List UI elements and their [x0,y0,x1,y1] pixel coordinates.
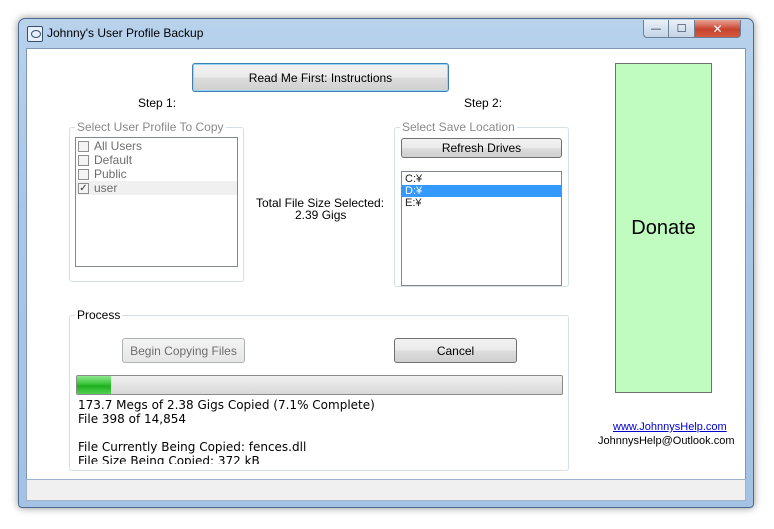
step2-label: Step 2: [464,96,503,110]
checkbox[interactable] [78,154,89,166]
drive-item[interactable]: D:¥ [402,185,561,197]
maximize-button[interactable]: ☐ [669,20,695,38]
profile-list[interactable]: All Users Default Public ✓ user [75,137,238,267]
profile-group: Select User Profile To Copy All Users Def… [69,120,244,282]
minimize-button[interactable]: — [643,20,669,38]
website-link[interactable]: www.JohnnysHelp.com [613,421,727,433]
checkbox[interactable] [78,140,89,152]
profile-item-label: Default [94,153,133,167]
close-button[interactable]: ✕ [695,20,741,38]
checkbox[interactable] [78,168,89,180]
profile-item[interactable]: All Users [76,139,237,153]
process-caption: Process [75,308,123,322]
profile-item[interactable]: Public [76,167,237,181]
client-area: Read Me First: Instructions Step 1: Step… [26,48,746,480]
step1-label: Step 1: [138,96,177,110]
refresh-drives-button[interactable]: Refresh Drives [401,138,562,158]
save-location-group: Select Save Location Refresh Drives C:¥ D… [394,120,569,287]
donate-button[interactable]: Donate [615,63,712,393]
drive-list[interactable]: C:¥ D:¥ E:¥ [401,171,562,286]
profile-item-label: Public [94,167,127,181]
profile-item[interactable]: ✓ user [76,181,237,195]
app-window: Johnny's User Profile Backup — ☐ ✕ Read … [18,18,754,508]
copied-status: 173.7 Megs of 2.38 Gigs Copied (7.1% Com… [78,398,375,412]
readme-button[interactable]: Read Me First: Instructions [192,63,449,92]
begin-copying-button[interactable]: Begin Copying Files [122,338,245,363]
current-file-status: File Currently Being Copied: fences.dll [78,440,307,454]
title-bar[interactable]: Johnny's User Profile Backup — ☐ ✕ [19,19,753,47]
profile-item-label: user [94,181,118,195]
status-bar [26,479,746,501]
cancel-button[interactable]: Cancel [394,338,517,363]
profile-group-caption: Select User Profile To Copy [75,120,226,134]
progress-fill [77,376,112,394]
process-group: Process Begin Copying Files Cancel 173.7… [69,308,569,471]
current-size-status: File Size Being Copied: 372 kB [78,454,260,464]
profile-item-label: All Users [94,139,143,153]
profile-item[interactable]: Default [76,153,237,167]
copy-progress-bar [76,375,563,395]
drive-item[interactable]: C:¥ [402,173,561,185]
total-size-value: 2.39 Gigs [295,208,347,222]
checkbox[interactable]: ✓ [78,182,89,194]
window-title: Johnny's User Profile Backup [47,26,204,40]
save-location-caption: Select Save Location [400,120,517,134]
app-icon[interactable] [27,26,43,42]
drive-item[interactable]: E:¥ [402,197,561,209]
process-log: 173.7 Megs of 2.38 Gigs Copied (7.1% Com… [70,397,568,464]
email-text: JohnnysHelp@Outlook.com [598,435,735,447]
file-count-status: File 398 of 14,854 [78,412,186,426]
